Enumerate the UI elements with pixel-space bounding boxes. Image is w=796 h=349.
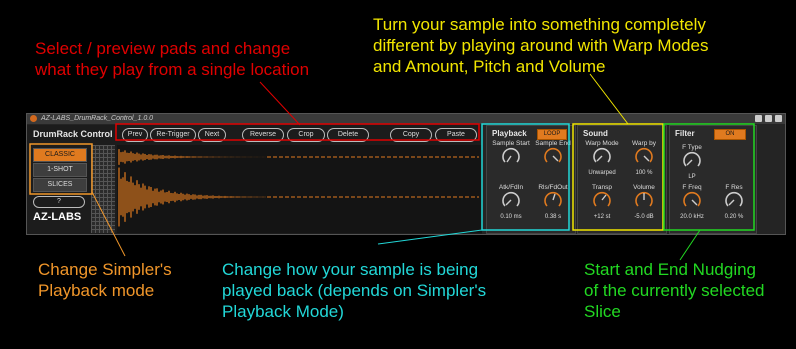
- filter-panel: Filter ON F Type LP F Freq 20.0 kHz F Re…: [669, 125, 757, 234]
- dial-icon: [635, 191, 653, 207]
- crop-button[interactable]: Crop: [287, 128, 325, 142]
- window-titlebar: AZ-LABS_DrumRack_Control_1.0.0: [27, 114, 785, 124]
- waveform-display[interactable]: [117, 145, 482, 233]
- delete-button[interactable]: Delete: [327, 128, 369, 142]
- dial-icon: [544, 147, 562, 163]
- save-icon[interactable]: [775, 115, 782, 122]
- drumrack-device: AZ-LABS_DrumRack_Control_1.0.0 DrumRack …: [26, 113, 786, 235]
- knob-label: Sample Start: [492, 140, 530, 147]
- device-power-icon[interactable]: [30, 115, 37, 122]
- knob-value: 20.0 kHz: [680, 214, 704, 220]
- transpose-knob[interactable]: Transp +12 st: [580, 184, 624, 220]
- filter-title: Filter: [675, 129, 695, 138]
- knob-value: 0.10 ms: [500, 214, 522, 220]
- prev-button[interactable]: Prev: [122, 128, 148, 142]
- sample-end-knob[interactable]: Sample End: [531, 140, 575, 170]
- knob-label: F Type: [682, 144, 702, 151]
- annotation-pads: Select / preview pads and change what th…: [35, 39, 310, 79]
- dial-icon: [725, 191, 743, 207]
- knob-label: Warp Mode: [585, 140, 619, 147]
- sound-panel: Sound Warp Mode Unwarped Warp by 100 % T…: [577, 125, 667, 234]
- dial-icon: [593, 147, 611, 163]
- annotation-nudge: Start and End Nudging of the currently s…: [584, 260, 765, 321]
- knob-value: 0.38 s: [544, 214, 562, 220]
- loop-toggle[interactable]: LOOP: [537, 129, 567, 140]
- reverse-button[interactable]: Reverse: [242, 128, 284, 142]
- knob-label: Rls/FdOut: [538, 184, 568, 191]
- dial-icon: [683, 191, 701, 207]
- filter-on-toggle[interactable]: ON: [714, 129, 746, 140]
- knob-value: -5.0 dB: [634, 214, 654, 220]
- knob-label: Volume: [633, 184, 655, 191]
- main-section: DrumRack Control Prev Re-Trigger Next Re…: [27, 125, 482, 234]
- copy-button[interactable]: Copy: [390, 128, 432, 142]
- knob-value: LP: [688, 174, 696, 180]
- filter-type-knob[interactable]: F Type LP: [670, 144, 714, 180]
- next-button[interactable]: Next: [198, 128, 226, 142]
- release-knob[interactable]: Rls/FdOut 0.38 s: [531, 184, 575, 220]
- dial-icon: [593, 191, 611, 207]
- device-title: DrumRack Control: [33, 129, 113, 139]
- knob-value: +12 st: [593, 214, 611, 220]
- window-title: AZ-LABS_DrumRack_Control_1.0.0: [41, 115, 154, 122]
- help-button[interactable]: ?: [33, 196, 85, 208]
- warp-mode-knob[interactable]: Warp Mode Unwarped: [580, 140, 624, 176]
- sound-title: Sound: [583, 129, 608, 138]
- paste-button[interactable]: Paste: [435, 128, 477, 142]
- dial-icon: [502, 147, 520, 163]
- filter-res-knob[interactable]: F Res 0.20 %: [712, 184, 756, 220]
- knob-value: 0.20 %: [724, 214, 744, 220]
- knob-label: F Freq: [682, 184, 702, 191]
- waveform-svg: [118, 149, 479, 227]
- volume-knob[interactable]: Volume -5.0 dB: [622, 184, 666, 220]
- knob-label: Atk/FdIn: [498, 184, 524, 191]
- mode-1shot[interactable]: 1-SHOT: [33, 163, 87, 177]
- annotation-playback-mode: Change Simpler's Playback mode: [38, 260, 172, 300]
- fold-icon[interactable]: [755, 115, 762, 122]
- knob-label: Warp by: [632, 140, 656, 147]
- settings-icon[interactable]: [765, 115, 772, 122]
- retrigger-button[interactable]: Re-Trigger: [150, 128, 196, 142]
- playback-title: Playback: [492, 129, 527, 138]
- knob-label: Sample End: [535, 140, 571, 147]
- warp-by-knob[interactable]: Warp by 100 %: [622, 140, 666, 176]
- pad-grid[interactable]: [91, 145, 115, 233]
- playback-panel: Playback LOOP Sample Start Sample End At…: [486, 125, 576, 234]
- mode-slices[interactable]: SLICES: [33, 178, 87, 192]
- dial-icon: [683, 151, 701, 167]
- dial-icon: [544, 191, 562, 207]
- annotation-warp: Turn your sample into something complete…: [373, 15, 709, 76]
- knob-label: Transp: [592, 184, 612, 191]
- mode-classic[interactable]: CLASSIC: [33, 148, 87, 162]
- filter-freq-knob[interactable]: F Freq 20.0 kHz: [670, 184, 714, 220]
- knob-value: 100 %: [635, 170, 653, 176]
- dial-icon: [502, 191, 520, 207]
- annotation-playback: Change how your sample is being played b…: [222, 260, 487, 321]
- sample-start-knob[interactable]: Sample Start: [489, 140, 533, 170]
- az-labs-logo: AZ-LABS: [33, 211, 82, 223]
- knob-value: Unwarped: [588, 170, 616, 176]
- dial-icon: [635, 147, 653, 163]
- knob-label: F Res: [725, 184, 743, 191]
- attack-knob[interactable]: Atk/FdIn 0.10 ms: [489, 184, 533, 220]
